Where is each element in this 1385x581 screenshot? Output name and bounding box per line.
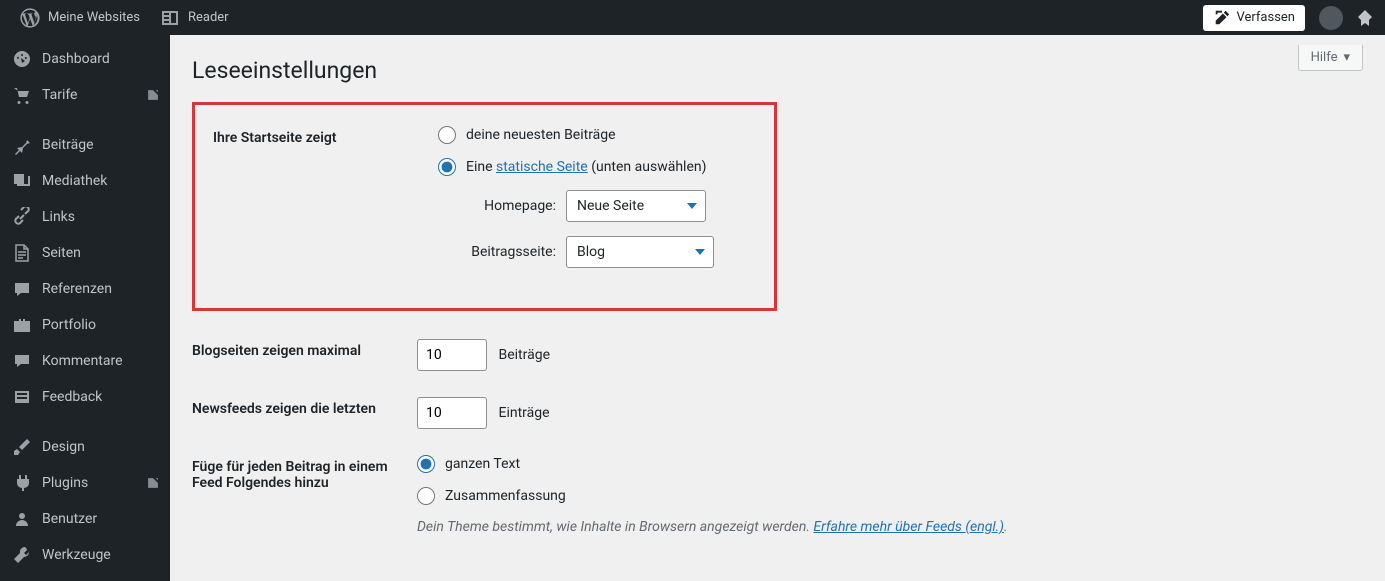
postspage-select-row: Beitragsseite: Blog xyxy=(456,236,756,268)
sidebar-item-label: Beiträge xyxy=(42,137,94,153)
radio-summary-input[interactable] xyxy=(417,487,435,505)
radio-static-page-input[interactable] xyxy=(438,158,456,176)
sidebar-item-links[interactable]: Links xyxy=(0,199,170,235)
sidebar-item-label: Portfolio xyxy=(42,317,96,333)
topbar-reader-label: Reader xyxy=(188,10,229,25)
external-icon xyxy=(146,88,160,102)
feed-learn-more-link[interactable]: Erfahre mehr über Feeds (engl.) xyxy=(813,519,1004,535)
sidebar-item-werkzeuge[interactable]: Werkzeuge xyxy=(0,537,170,573)
brush-icon xyxy=(12,437,32,457)
feedback-icon xyxy=(12,387,32,407)
blogmax-input[interactable] xyxy=(417,339,487,371)
sidebar-item-label: Mediathek xyxy=(42,173,107,189)
link-icon xyxy=(12,207,32,227)
homepage-select-label: Homepage: xyxy=(456,198,556,214)
radio-static-page[interactable]: Eine statische Seite (unten auswählen) xyxy=(438,158,756,176)
row-label-blogmax: Blogseiten zeigen maximal xyxy=(192,333,417,391)
topbar-left: Meine Websites Reader xyxy=(10,0,239,35)
chevron-down-icon: ▾ xyxy=(1343,50,1350,65)
postspage-select-label: Beitragsseite: xyxy=(456,244,556,260)
radio-static-pre: Eine xyxy=(466,159,496,175)
sidebar-item-seiten[interactable]: Seiten xyxy=(0,235,170,271)
wordpress-icon xyxy=(20,8,40,28)
radio-latest-posts-input[interactable] xyxy=(438,126,456,144)
topbar-my-sites[interactable]: Meine Websites xyxy=(10,0,150,35)
blogmax-suffix: Beiträge xyxy=(498,347,550,363)
sidebar-item-label: Design xyxy=(42,439,85,455)
homepage-select-value: Neue Seite xyxy=(577,198,644,214)
sidebar-item-dashboard[interactable]: Dashboard xyxy=(0,41,170,77)
compose-button[interactable]: Verfassen xyxy=(1203,5,1305,31)
postspage-select-value: Blog xyxy=(577,244,605,260)
sidebar-item-label: Feedback xyxy=(42,389,102,405)
sidebar-item-label: Werkzeuge xyxy=(42,547,111,563)
sidebar-item-design[interactable]: Design xyxy=(0,429,170,465)
homepage-select-row: Homepage: Neue Seite xyxy=(456,190,756,222)
sidebar-item-referenzen[interactable]: Referenzen xyxy=(0,271,170,307)
sidebar-item-benutzer[interactable]: Benutzer xyxy=(0,501,170,537)
sidebar-item-feedback[interactable]: Feedback xyxy=(0,379,170,415)
comment-icon xyxy=(12,351,32,371)
sidebar-item-label: Plugins xyxy=(42,475,88,491)
radio-fulltext-label: ganzen Text xyxy=(445,456,520,472)
radio-latest-posts-label: deine neuesten Beiträge xyxy=(466,127,616,143)
user-icon xyxy=(12,509,32,529)
feed-description: Dein Theme bestimmt, wie Inhalte in Brow… xyxy=(417,519,1363,535)
external-icon xyxy=(146,476,160,490)
highlight-box: Ihre Startseite zeigt deine neuesten Bei… xyxy=(192,102,777,311)
sidebar-item-label: Tarife xyxy=(42,87,77,103)
radio-static-post: (unten auswählen) xyxy=(588,159,707,175)
reader-icon xyxy=(160,8,180,28)
content-area: Hilfe ▾ Leseeinstellungen Ihre Startseit… xyxy=(170,35,1385,581)
sidebar-item-portfolio[interactable]: Portfolio xyxy=(0,307,170,343)
cart-icon xyxy=(12,85,32,105)
sidebar-item-label: Seiten xyxy=(42,245,81,261)
radio-summary-label: Zusammenfassung xyxy=(445,488,566,504)
radio-fulltext-input[interactable] xyxy=(417,455,435,473)
admin-sidebar: Dashboard Tarife Beiträge Mediathek Link… xyxy=(0,35,170,581)
page-icon xyxy=(12,243,32,263)
topbar-reader[interactable]: Reader xyxy=(150,0,239,35)
notification-icon[interactable] xyxy=(1355,8,1375,28)
sidebar-item-kommentare[interactable]: Kommentare xyxy=(0,343,170,379)
sidebar-item-beitraege[interactable]: Beiträge xyxy=(0,127,170,163)
feed-desc-post: . xyxy=(1004,519,1008,535)
pin-icon xyxy=(12,135,32,155)
feed-desc-pre: Dein Theme bestimmt, wie Inhalte in Brow… xyxy=(417,519,813,535)
radio-summary[interactable]: Zusammenfassung xyxy=(417,487,1363,505)
feedmax-input[interactable] xyxy=(417,397,487,429)
sidebar-item-tarife[interactable]: Tarife xyxy=(0,77,170,113)
tool-icon xyxy=(12,545,32,565)
sidebar-item-mediathek[interactable]: Mediathek xyxy=(0,163,170,199)
compose-icon xyxy=(1213,9,1231,27)
page-title: Leseeinstellungen xyxy=(192,35,1363,102)
quote-icon xyxy=(12,279,32,299)
sidebar-item-label: Links xyxy=(42,209,75,225)
dashboard-icon xyxy=(12,49,32,69)
row-label-feedcontent: Füge für jeden Beitrag in einem Feed Fol… xyxy=(192,449,417,555)
postspage-select[interactable]: Blog xyxy=(566,236,714,268)
help-label: Hilfe xyxy=(1311,50,1338,65)
radio-fulltext[interactable]: ganzen Text xyxy=(417,455,1363,473)
admin-topbar: Meine Websites Reader Verfassen xyxy=(0,0,1385,35)
help-tab[interactable]: Hilfe ▾ xyxy=(1298,45,1363,71)
static-page-link[interactable]: statische Seite xyxy=(496,159,588,175)
sidebar-item-label: Benutzer xyxy=(42,511,97,527)
sidebar-item-plugins[interactable]: Plugins xyxy=(0,465,170,501)
sidebar-item-label: Kommentare xyxy=(42,353,123,369)
plugin-icon xyxy=(12,473,32,493)
sidebar-item-label: Dashboard xyxy=(42,51,110,67)
compose-label: Verfassen xyxy=(1237,10,1295,25)
sidebar-item-label: Referenzen xyxy=(42,281,112,297)
row-label-feedmax: Newsfeeds zeigen die letzten xyxy=(192,391,417,449)
media-icon xyxy=(12,171,32,191)
homepage-select[interactable]: Neue Seite xyxy=(566,190,706,222)
radio-latest-posts[interactable]: deine neuesten Beiträge xyxy=(438,126,756,144)
row-label-frontpage: Ihre Startseite zeigt xyxy=(213,120,438,288)
avatar[interactable] xyxy=(1319,6,1343,30)
topbar-my-sites-label: Meine Websites xyxy=(48,10,140,25)
topbar-right: Verfassen xyxy=(1203,5,1375,31)
feedmax-suffix: Einträge xyxy=(498,405,549,421)
portfolio-icon xyxy=(12,315,32,335)
